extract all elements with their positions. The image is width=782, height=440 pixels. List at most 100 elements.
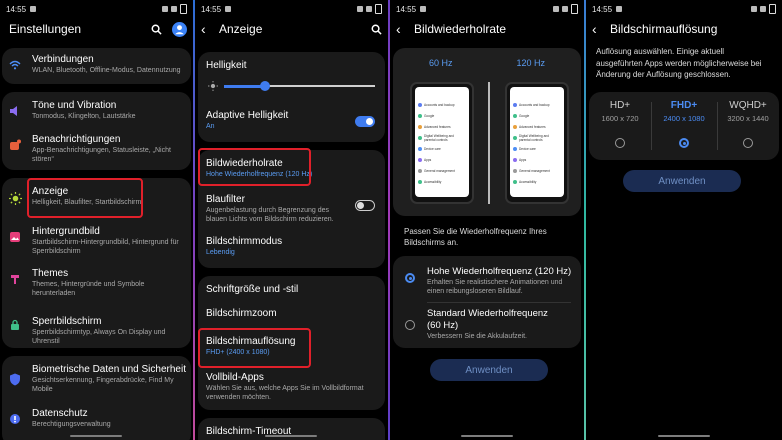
preview-row-label: Accessibility — [519, 179, 537, 184]
adaptive-brightness-toggle[interactable] — [355, 116, 375, 127]
nav-handle[interactable] — [461, 435, 513, 437]
resolution-card: HD+ 1600 x 720 FHD+ 2400 x 1080 WQHD+ 32… — [589, 92, 779, 160]
item-subtitle: Gesichtserkennung, Fingerabdrücke, Find … — [32, 377, 174, 393]
resolution-size: 1600 x 720 — [601, 114, 639, 123]
preview-row: Google — [510, 110, 564, 121]
battery-icon — [375, 4, 382, 14]
preview-row-icon — [513, 135, 517, 140]
blue-filter-item[interactable]: Blaufilter Augenbelastung durch Begrenzu… — [198, 194, 385, 224]
preview-row: General management — [510, 165, 564, 176]
adaptive-brightness-item[interactable]: Adaptive Helligkeit An — [198, 110, 385, 132]
highlight-screen-resolution — [198, 328, 311, 368]
preview-row-label: Digital Wellbeing and parental controls — [519, 133, 549, 142]
battery-icon — [769, 4, 776, 14]
brightness-knob[interactable] — [259, 81, 270, 91]
preview-row-icon — [513, 102, 517, 107]
status-bar: 14:55 — [6, 3, 187, 15]
preview-row-icon — [513, 124, 517, 129]
preview-row-icon — [513, 113, 517, 118]
option-60hz[interactable]: Standard Wiederholfrequenz (60 Hz) Verbe… — [393, 308, 581, 342]
notification-status-icon — [616, 6, 623, 12]
item-subtitle: WLAN, Bluetooth, Offline-Modus, Datennut… — [32, 67, 181, 74]
back-icon[interactable]: ‹ — [592, 21, 602, 37]
back-icon[interactable]: ‹ — [396, 21, 406, 37]
apply-button[interactable]: Anwenden — [623, 170, 741, 192]
nav-handle[interactable] — [70, 435, 122, 437]
nav-handle[interactable] — [658, 435, 710, 437]
item-title: Schriftgröße und -stil — [206, 284, 299, 295]
blue-filter-toggle[interactable] — [355, 200, 375, 211]
lock-screen-icon — [8, 318, 22, 332]
settings-item-verbindungen[interactable]: Verbindungen WLAN, Bluetooth, Offline-Mo… — [2, 54, 191, 76]
radio-60hz[interactable] — [405, 320, 415, 330]
apply-button[interactable]: Anwenden — [430, 359, 548, 381]
display-screen: 14:55 ‹ Anzeige Helligkeit Adaptive Hell… — [195, 0, 388, 440]
settings-item-datenschutz[interactable]: Datenschutz Berechtigungsverwaltung — [2, 408, 191, 430]
settings-item-hintergrundbild[interactable]: Hintergrundbild Startbildschirm-Hintergr… — [2, 226, 191, 256]
resolution-option-wqhd[interactable]: WQHD+ 3200 x 1440 — [717, 100, 779, 123]
resolution-screen: 14:55 ‹ Bildschirmauflösung Auflösung au… — [586, 0, 782, 440]
nav-handle[interactable] — [265, 435, 317, 437]
status-time: 14:55 — [396, 4, 417, 14]
shield-icon — [8, 372, 22, 386]
item-title: Benachrichtigungen — [32, 134, 121, 145]
notification-icon — [8, 138, 22, 152]
preview-row-icon — [418, 135, 422, 140]
item-subtitle: App-Benachrichtigungen, Statusleiste, „N… — [32, 147, 171, 163]
preview-row: Advanced features — [415, 121, 469, 132]
radio-wqhd[interactable] — [743, 138, 753, 148]
radio-hd[interactable] — [615, 138, 625, 148]
settings-item-themes[interactable]: Themes Themes, Hintergründe und Symbole … — [2, 268, 191, 298]
brightness-slider[interactable] — [224, 81, 375, 91]
preview-phone-60hz: Accounts and backup Google Advanced featur… — [410, 82, 474, 204]
screen-mode-item[interactable]: Bildschirmmodus Lebendig — [198, 236, 385, 258]
label-60hz: 60 Hz — [429, 58, 453, 68]
option-subtitle: Verbessern Sie die Akkulaufzeit. — [427, 333, 528, 340]
account-icon[interactable] — [172, 21, 187, 37]
resolution-option-hd[interactable]: HD+ 1600 x 720 — [589, 100, 651, 123]
preview-row: Digital Wellbeing and parental controls — [510, 132, 564, 143]
radio-120hz[interactable] — [405, 273, 415, 283]
preview-row: Accounts and backup — [415, 99, 469, 110]
item-title: Sperrbildschirm — [32, 316, 102, 327]
label-120hz: 120 Hz — [516, 58, 545, 68]
preview-row-icon — [513, 179, 517, 184]
item-title: Biometrische Daten und Sicherheit — [32, 364, 186, 375]
settings-item-sperrbildschirm[interactable]: Sperrbildschirm Sperrbildschirmtyp, Alwa… — [2, 316, 191, 346]
resolution-name: HD+ — [609, 100, 631, 111]
preview-row-label: General management — [424, 168, 455, 173]
preview-row: Accessibility — [510, 176, 564, 187]
preview-row: Apps — [415, 154, 469, 165]
font-size-item[interactable]: Schriftgröße und -stil — [198, 284, 385, 296]
search-icon[interactable] — [151, 24, 162, 35]
preview-row: General management — [415, 165, 469, 176]
search-icon[interactable] — [371, 24, 382, 35]
item-subtitle: Sperrbildschirmtyp, Always On Display un… — [32, 329, 166, 345]
item-title: Töne und Vibration — [32, 100, 117, 111]
volume-icon — [8, 104, 22, 118]
preview-row-icon — [418, 179, 422, 184]
resolution-option-fhd[interactable]: FHD+ 2400 x 1080 — [651, 100, 717, 123]
back-icon[interactable]: ‹ — [201, 21, 211, 37]
status-bar: 14:55 — [592, 3, 776, 15]
settings-item-toene[interactable]: Töne und Vibration Tonmodus, Klingelton,… — [2, 100, 191, 122]
item-subtitle: Startbildschirm-Hintergrundbild, Hinterg… — [32, 239, 179, 255]
preview-row-icon — [418, 168, 422, 173]
page-title: Anzeige — [219, 22, 263, 36]
screen-zoom-item[interactable]: Bildschirmzoom — [198, 308, 385, 320]
fullscreen-apps-item[interactable]: Vollbild-Apps Wählen Sie aus, welche App… — [198, 372, 385, 402]
brightness-icon — [8, 191, 22, 205]
resolution-size: 2400 x 1080 — [663, 114, 705, 123]
settings-item-benachrichtigungen[interactable]: Benachrichtigungen App-Benachrichtigunge… — [2, 134, 191, 164]
preview-divider — [488, 82, 490, 204]
signal-icon — [171, 6, 177, 12]
wallpaper-icon — [8, 230, 22, 244]
page-title: Bildwiederholrate — [414, 22, 507, 36]
preview-row-label: Accounts and backup — [519, 102, 550, 107]
page-title: Bildschirmauflösung — [610, 22, 718, 36]
option-120hz[interactable]: Hohe Wiederholfrequenz (120 Hz) Erhalten… — [393, 266, 581, 296]
radio-fhd[interactable] — [679, 138, 689, 148]
wifi-icon — [8, 58, 22, 72]
item-subtitle: Themes, Hintergründe und Symbole herunte… — [32, 281, 145, 297]
settings-item-biometrie[interactable]: Biometrische Daten und Sicherheit Gesich… — [2, 364, 191, 394]
